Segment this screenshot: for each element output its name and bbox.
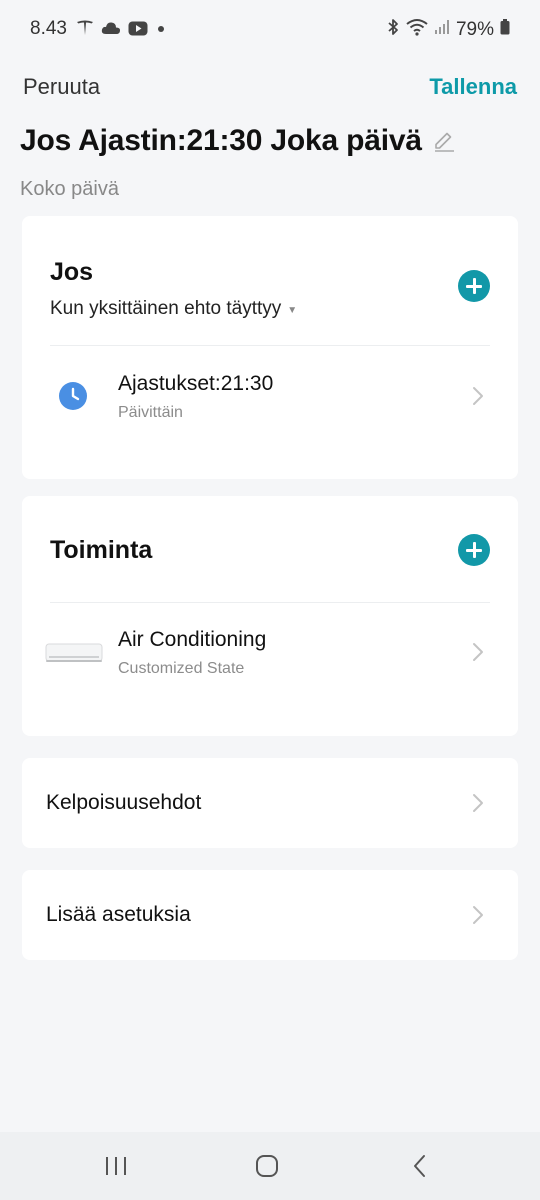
youtube-icon [128, 21, 148, 41]
scene-title: Jos Ajastin:21:30 Joka päivä [20, 124, 422, 157]
condition-mode-label: Kun yksittäinen ehto täyttyy [50, 298, 282, 319]
condition-item-title: Ajastukset:21:30 [118, 372, 274, 395]
signal-icon [434, 19, 450, 40]
back-icon [414, 1155, 425, 1177]
wifi-icon [406, 18, 428, 41]
home-icon [256, 1155, 278, 1177]
add-condition-button[interactable] [458, 270, 490, 302]
chevron-right-icon [472, 793, 484, 818]
pencil-icon[interactable] [432, 128, 456, 157]
condition-mode-dropdown[interactable]: Kun yksittäinen ehto täyttyy ▼ [50, 298, 297, 320]
status-bar: 8.43 79% [0, 0, 540, 60]
add-action-button[interactable] [458, 534, 490, 566]
eligibility-label: Kelpoisuusehdot [46, 791, 202, 814]
chevron-right-icon [472, 386, 484, 411]
air-conditioner-icon [45, 642, 103, 664]
action-item-subtitle: Customized State [118, 660, 245, 677]
more-settings-label: Lisää asetuksia [46, 903, 191, 926]
condition-item-schedule[interactable]: Ajastukset:21:30 Päivittäin [22, 356, 518, 436]
back-button[interactable] [408, 1154, 432, 1181]
chevron-down-icon: ▼ [287, 304, 298, 316]
cancel-button[interactable]: Peruuta [23, 74, 100, 100]
chevron-right-icon [472, 642, 484, 667]
status-time: 8.43 [30, 18, 67, 39]
tesla-icon [76, 19, 94, 42]
clock-icon [59, 382, 87, 410]
action-card: Toiminta Air Conditioning Customized Sta… [22, 496, 518, 736]
home-button[interactable] [255, 1154, 279, 1181]
recent-apps-button[interactable] [104, 1154, 128, 1181]
dot-icon [155, 22, 167, 40]
if-condition-card: Jos Kun yksittäinen ehto täyttyy ▼ Ajast… [22, 216, 518, 479]
divider [50, 602, 490, 603]
recent-apps-icon [106, 1157, 126, 1175]
action-item-air-conditioning[interactable]: Air Conditioning Customized State [22, 612, 518, 692]
scene-subtitle: Koko päivä [20, 178, 119, 200]
battery-icon [500, 19, 510, 40]
scene-title-row[interactable]: Jos Ajastin:21:30 Joka päivä [20, 124, 456, 158]
action-section-title: Toiminta [50, 536, 153, 564]
system-navigation-bar [0, 1132, 540, 1200]
divider [50, 345, 490, 346]
action-item-title: Air Conditioning [118, 628, 267, 651]
bluetooth-icon [386, 18, 400, 41]
cloud-icon [101, 21, 121, 40]
scene-edit-screen: 8.43 79% Peruuta Tallenna Jos Ajastin:21… [0, 0, 540, 1200]
condition-item-subtitle: Päivittäin [118, 404, 183, 421]
more-settings-row[interactable]: Lisää asetuksia [22, 870, 518, 960]
eligibility-row[interactable]: Kelpoisuusehdot [22, 758, 518, 848]
if-section-title: Jos [50, 258, 94, 286]
save-button[interactable]: Tallenna [429, 74, 517, 100]
battery-percent: 79% [455, 18, 494, 40]
chevron-right-icon [472, 905, 484, 930]
